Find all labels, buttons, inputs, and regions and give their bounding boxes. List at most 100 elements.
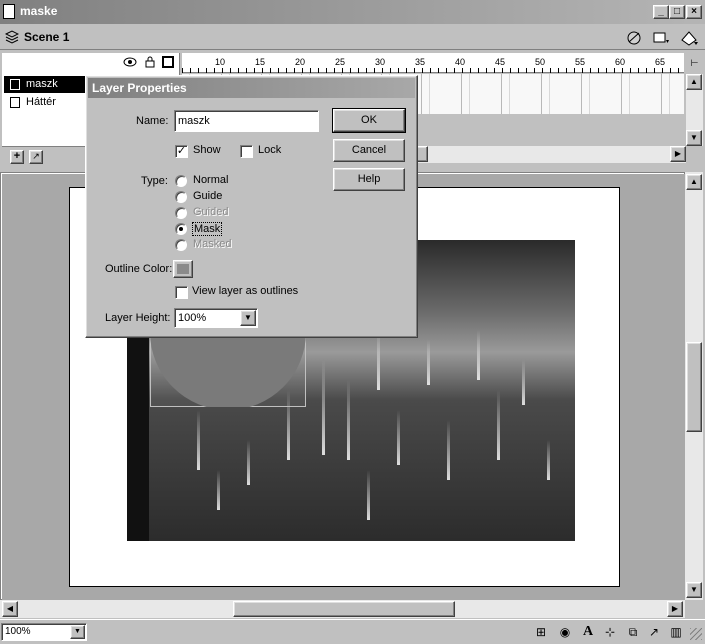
view-options-icon[interactable] bbox=[679, 28, 699, 47]
layer-name: maszk bbox=[26, 78, 58, 90]
timeline-horizontal-scrollbar[interactable]: ▶ bbox=[402, 146, 686, 163]
rain-streak bbox=[477, 330, 480, 380]
edit-symbols-icon[interactable] bbox=[651, 28, 671, 47]
scene-bar: Scene 1 bbox=[0, 25, 705, 50]
type-normal-radio[interactable] bbox=[175, 175, 187, 187]
align-icon[interactable]: ⧉ bbox=[625, 624, 641, 640]
transform-icon[interactable]: ↗ bbox=[646, 624, 662, 640]
layer-icon bbox=[10, 79, 20, 90]
rain-streak bbox=[247, 440, 250, 485]
window-title: maske bbox=[20, 4, 58, 18]
name-label: Name: bbox=[136, 115, 169, 127]
ruler-tick: 15 bbox=[254, 57, 265, 67]
help-button[interactable]: Help bbox=[333, 168, 405, 191]
scroll-thumb[interactable] bbox=[686, 342, 702, 432]
outline-color-label: Outline Color: bbox=[105, 263, 173, 275]
scroll-left-icon[interactable]: ◀ bbox=[2, 601, 18, 617]
rain-streak bbox=[347, 380, 350, 460]
scroll-right-icon[interactable]: ▶ bbox=[667, 601, 683, 617]
ruler-tick: 30 bbox=[374, 57, 385, 67]
rain-streak bbox=[217, 470, 220, 510]
chevron-down-icon[interactable]: ▼ bbox=[70, 625, 85, 639]
type-masked-label: Masked bbox=[193, 238, 232, 250]
minimize-button[interactable]: _ bbox=[653, 5, 669, 19]
stage-horizontal-scrollbar[interactable]: ◀ ▶ bbox=[0, 600, 685, 618]
rain-streak bbox=[522, 360, 525, 405]
add-guide-layer-icon[interactable]: ↗ bbox=[29, 150, 43, 164]
library-icon[interactable]: ▥ bbox=[668, 624, 684, 640]
scroll-right-icon[interactable]: ▶ bbox=[670, 146, 686, 162]
ruler-tick: 50 bbox=[534, 57, 545, 67]
text-tool-icon[interactable]: A bbox=[580, 624, 596, 640]
rain-streak bbox=[377, 330, 380, 390]
ruler-tick: 60 bbox=[614, 57, 625, 67]
ok-button[interactable]: OK bbox=[332, 108, 406, 133]
photo-ground bbox=[149, 400, 575, 541]
maximize-button[interactable]: □ bbox=[669, 5, 685, 19]
ruler-tick: 25 bbox=[334, 57, 345, 67]
layer-icon bbox=[10, 97, 20, 108]
ruler-ticks bbox=[182, 68, 684, 73]
rain-streak bbox=[547, 440, 550, 480]
zoom-select[interactable]: 100% ▼ bbox=[1, 623, 87, 641]
rain-streak bbox=[427, 340, 430, 385]
edit-scene-icon[interactable] bbox=[624, 28, 644, 47]
close-button[interactable]: × bbox=[686, 5, 702, 19]
type-guided-label: Guided bbox=[193, 206, 229, 218]
lock-checkbox[interactable] bbox=[240, 145, 253, 158]
scroll-up-icon[interactable]: ▲ bbox=[686, 74, 702, 90]
timeline-vertical-scrollbar[interactable]: ▲ ▼ bbox=[686, 74, 703, 146]
ruler-tick: 45 bbox=[494, 57, 505, 67]
resize-grip-icon[interactable] bbox=[690, 628, 702, 640]
layer-properties-dialog: Layer Properties Name: maszk ✓ Show Lock… bbox=[85, 75, 418, 338]
chevron-down-icon[interactable]: ▼ bbox=[240, 310, 256, 326]
eye-icon[interactable] bbox=[123, 57, 137, 67]
outline-color-swatch[interactable] bbox=[173, 260, 193, 278]
cancel-button[interactable]: Cancel bbox=[333, 139, 405, 162]
rain-streak bbox=[447, 420, 450, 480]
rain-streak bbox=[322, 360, 325, 455]
show-checkbox[interactable]: ✓ bbox=[175, 145, 188, 158]
name-field[interactable]: maszk bbox=[174, 110, 319, 132]
rain-streak bbox=[367, 470, 370, 520]
view-outlines-checkbox[interactable] bbox=[175, 286, 188, 299]
scene-icon bbox=[5, 30, 19, 44]
scrollbar-corner bbox=[685, 600, 705, 618]
ruler-tick: 65 bbox=[654, 57, 665, 67]
ruler-tick: 40 bbox=[454, 57, 465, 67]
lock-label: Lock bbox=[258, 144, 282, 156]
status-bar: 100% ▼ ⊞ ◉ A ⊹ ⧉ ↗ ▥ bbox=[0, 619, 705, 644]
rain-streak bbox=[197, 410, 200, 470]
zoom-value: 100% bbox=[5, 626, 31, 637]
type-label: Type: bbox=[141, 175, 168, 187]
type-mask-radio[interactable] bbox=[175, 223, 187, 235]
layer-row-hatter[interactable]: Háttér bbox=[4, 94, 88, 111]
lock-icon[interactable] bbox=[145, 56, 155, 68]
dialog-title: Layer Properties bbox=[88, 78, 415, 98]
layer-name: Háttér bbox=[26, 96, 56, 108]
show-label: Show bbox=[193, 144, 221, 156]
scroll-down-icon[interactable]: ▼ bbox=[686, 582, 702, 598]
outline-color-fill bbox=[177, 264, 189, 274]
type-guide-label: Guide bbox=[193, 190, 223, 202]
center-frame-icon[interactable]: ⊢ bbox=[686, 53, 703, 73]
layer-height-select[interactable]: 100% ▼ bbox=[174, 308, 258, 328]
add-layer-icon[interactable]: + bbox=[10, 150, 24, 164]
type-guide-radio[interactable] bbox=[175, 191, 187, 203]
layer-height-value: 100% bbox=[178, 312, 207, 324]
rain-streak bbox=[397, 410, 400, 465]
ruler-tick: 55 bbox=[574, 57, 585, 67]
outline-toggle-icon[interactable] bbox=[162, 56, 174, 68]
frame-ruler: 10 15 20 25 30 35 40 45 50 55 60 65 bbox=[182, 53, 684, 73]
scroll-up-icon[interactable]: ▲ bbox=[686, 174, 702, 190]
document-icon bbox=[3, 4, 15, 19]
type-masked-radio bbox=[175, 239, 187, 251]
stage-vertical-scrollbar[interactable]: ▲ ▼ bbox=[685, 172, 703, 600]
layer-row-maszk[interactable]: maszk bbox=[4, 76, 88, 93]
scroll-thumb[interactable] bbox=[233, 601, 455, 617]
scroll-down-icon[interactable]: ▼ bbox=[686, 130, 702, 146]
grid-icon[interactable]: ⊞ bbox=[533, 624, 549, 640]
info-icon[interactable]: ⊹ bbox=[602, 624, 618, 640]
scene-label: Scene 1 bbox=[24, 30, 70, 44]
palette-icon[interactable]: ◉ bbox=[557, 624, 573, 640]
